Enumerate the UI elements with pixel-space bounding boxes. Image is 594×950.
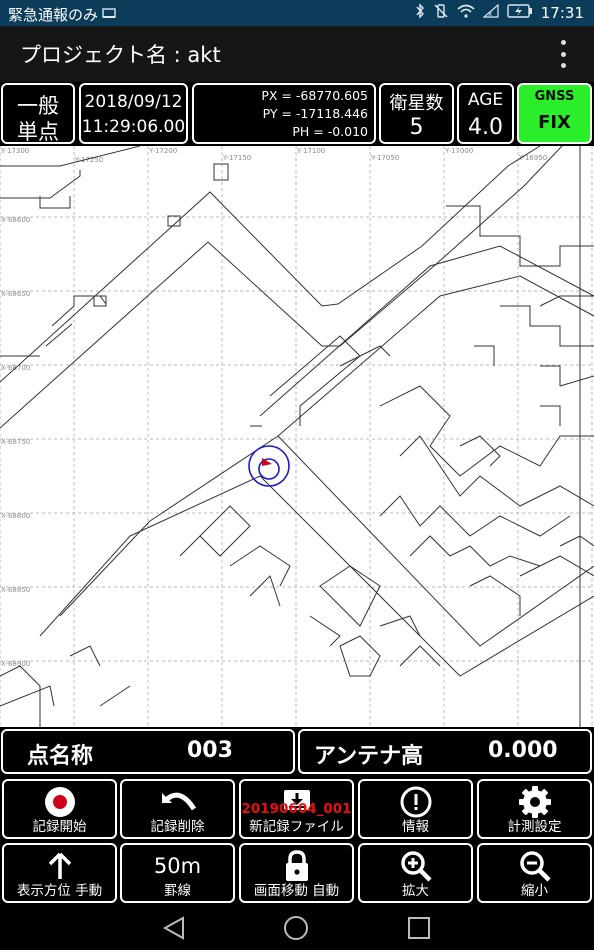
- zoom-out-icon: [479, 849, 590, 883]
- record-delete-button[interactable]: 記録削除: [120, 779, 235, 839]
- gear-icon: [479, 785, 590, 819]
- current-position-marker: [248, 445, 290, 487]
- positioning-mode-button[interactable]: 一般 単点: [1, 83, 75, 144]
- display-orientation-button[interactable]: 表示方位 手動: [2, 843, 117, 903]
- map-drawing: Y-17300 Y-17250 Y-17200 Y-17150 Y-17100 …: [0, 146, 594, 727]
- grid-lines-button[interactable]: 50m 罫線: [120, 843, 235, 903]
- display-orientation-label: 表示方位 手動: [16, 883, 103, 899]
- grid-scale-value: 50m: [153, 854, 202, 878]
- zoom-in-button[interactable]: 拡大: [358, 843, 473, 903]
- y-label: Y-17300: [0, 147, 29, 155]
- record-icon: [4, 785, 115, 819]
- info-button[interactable]: 情報: [358, 779, 473, 839]
- x-label: X-68900: [1, 660, 30, 668]
- status-bar: 緊急通報のみ x 17:31: [0, 0, 594, 26]
- antenna-height-value: 0.000: [488, 738, 558, 763]
- status-text: 緊急通報のみ: [8, 6, 99, 24]
- measurement-settings-label: 計測設定: [507, 819, 562, 835]
- record-start-label: 記録開始: [32, 819, 87, 835]
- map-canvas[interactable]: Y-17300 Y-17250 Y-17200 Y-17150 Y-17100 …: [0, 146, 594, 727]
- grid-lines-label: 罫線: [164, 883, 191, 899]
- time-value: 11:29:06.00: [81, 117, 186, 137]
- wifi-icon: [457, 4, 475, 22]
- recents-icon[interactable]: [408, 917, 430, 939]
- age-value: 4.0: [468, 115, 503, 140]
- lock-icon: [241, 849, 352, 883]
- py-value: PY = -17118.446: [262, 106, 368, 121]
- gnss-value: FIX: [538, 112, 571, 133]
- satellite-count-panel: 衛星数 5: [379, 83, 454, 144]
- arrow-up-icon: [4, 849, 115, 883]
- home-icon[interactable]: [284, 916, 308, 940]
- measurement-settings-button[interactable]: 計測設定: [477, 779, 592, 839]
- navigation-bar: [0, 906, 594, 950]
- date-value: 2018/09/12: [84, 92, 183, 112]
- y-label: Y-17100: [296, 147, 325, 155]
- info-icon: [360, 785, 471, 819]
- overflow-menu-icon[interactable]: [558, 40, 568, 68]
- px-value: PX = -68770.605: [261, 88, 368, 103]
- record-delete-label: 記録削除: [150, 819, 205, 835]
- screen-move-button[interactable]: 画面移動 自動: [239, 843, 354, 903]
- new-record-file-label: 新記録ファイル: [249, 819, 344, 835]
- info-label: 情報: [402, 819, 429, 835]
- map-grid: [0, 146, 594, 727]
- gnss-status-badge: GNSS FIX: [517, 83, 592, 144]
- age-label: AGE: [467, 90, 504, 110]
- sats-value: 5: [409, 115, 424, 140]
- antenna-height-field[interactable]: アンテナ高 0.000: [298, 729, 592, 774]
- x-label: X-68600: [1, 216, 30, 224]
- x-label: X-68750: [1, 438, 30, 446]
- record-start-button[interactable]: 記録開始: [2, 779, 117, 839]
- coordinates-panel: PX = -68770.605 PY = -17118.446 PH = -0.…: [192, 83, 376, 144]
- app-bar: プロジェクト名 : akt: [0, 26, 594, 82]
- no-signal-icon: x: [482, 3, 499, 22]
- svg-text:x: x: [488, 10, 492, 18]
- project-title: プロジェクト名 : akt: [20, 43, 221, 67]
- battery-icon: [507, 4, 533, 22]
- new-record-file-button[interactable]: 20190604_001 新記録ファイル: [239, 779, 354, 839]
- zoom-out-label: 縮小: [521, 883, 548, 899]
- y-label: Y-17200: [148, 147, 177, 155]
- zoom-in-icon: [360, 849, 471, 883]
- y-label: Y-17150: [222, 154, 251, 162]
- bluetooth-icon: [415, 3, 425, 23]
- vibrate-icon: [433, 3, 449, 23]
- screen-move-label: 画面移動 自動: [253, 883, 340, 899]
- datetime-panel: 2018/09/12 11:29:06.00: [79, 83, 188, 144]
- status-time: 17:31: [540, 4, 584, 22]
- sim-icon: [102, 7, 116, 23]
- point-name-value: 003: [187, 738, 233, 763]
- map-linework: [0, 146, 594, 727]
- age-panel: AGE 4.0: [457, 83, 514, 144]
- mode-line2: 単点: [17, 120, 59, 144]
- sats-label: 衛星数: [389, 93, 444, 114]
- zoom-out-button[interactable]: 縮小: [477, 843, 592, 903]
- back-icon[interactable]: [162, 916, 184, 940]
- x-label: X-68850: [1, 586, 30, 594]
- zoom-in-label: 拡大: [402, 883, 429, 899]
- undo-icon: [122, 785, 233, 819]
- x-label: X-68650: [1, 290, 30, 298]
- y-label: Y-17050: [370, 154, 399, 162]
- y-label: Y-17250: [74, 156, 103, 164]
- y-label: Y-16950: [518, 154, 547, 162]
- antenna-height-label: アンテナ高: [314, 744, 424, 769]
- point-name-field[interactable]: 点名称 003: [1, 729, 295, 774]
- x-label: X-68800: [1, 512, 30, 520]
- point-name-label: 点名称: [27, 744, 94, 769]
- ph-value: PH = -0.010: [292, 124, 368, 139]
- gnss-label: GNSS: [534, 89, 575, 104]
- y-label: Y-17000: [444, 147, 473, 155]
